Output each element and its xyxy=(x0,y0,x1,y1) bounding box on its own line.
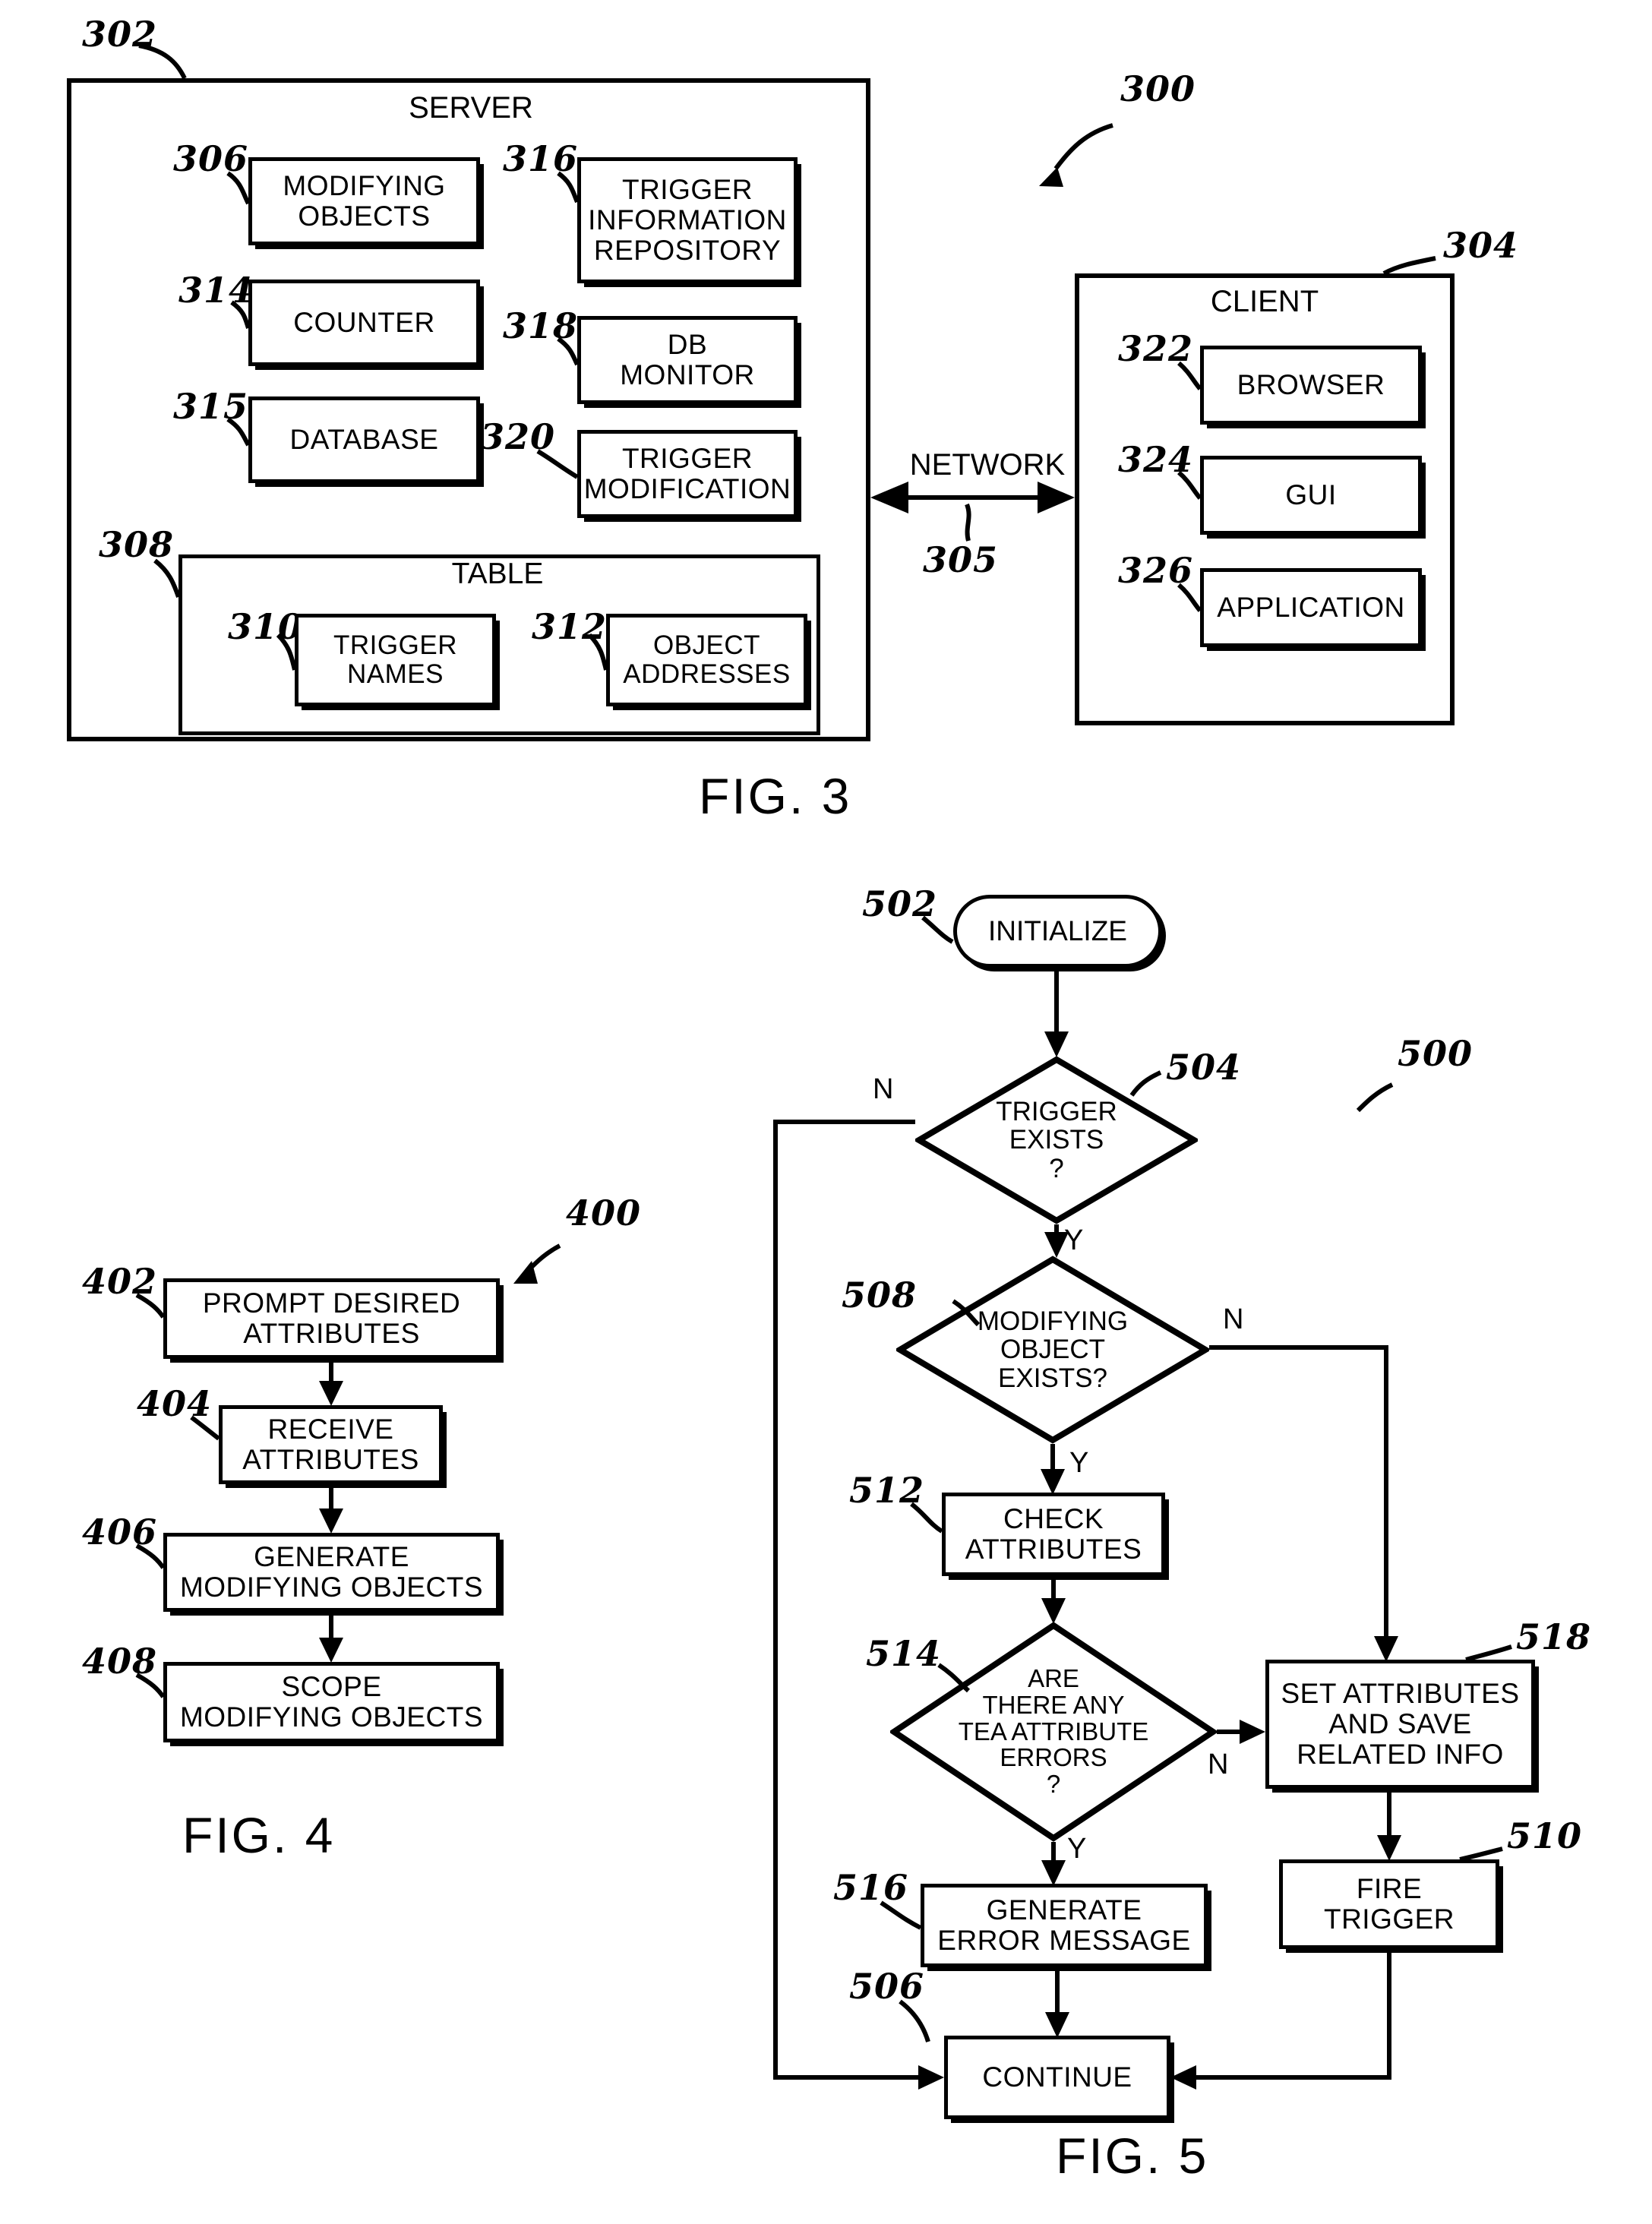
server-module-trigger-information-repository-label: TRIGGER INFORMATION REPOSITORY xyxy=(588,174,787,266)
reference-numeral-310: 310 xyxy=(228,606,304,647)
reference-numeral-402: 402 xyxy=(82,1261,158,1302)
branch-label-modifying-object-no: N xyxy=(1223,1303,1244,1335)
server-module-counter-label: COUNTER xyxy=(293,307,435,339)
fig4-step-generate-modifying-objects: GENERATE MODIFYING OBJECTS xyxy=(163,1533,500,1612)
fig4-step-prompt-desired-attributes: PROMPT DESIRED ATTRIBUTES xyxy=(163,1278,500,1359)
server-module-modifying-objects-label: MODIFYING OBJECTS xyxy=(283,170,446,232)
table-column-object-addresses: OBJECT ADDRESSES xyxy=(606,614,807,706)
branch-label-modifying-object-yes: Y xyxy=(1069,1447,1089,1479)
fig5-node-516-label: GENERATE ERROR MESSAGE xyxy=(937,1894,1191,1956)
server-module-database: DATABASE xyxy=(248,396,480,483)
reference-numeral-322: 322 xyxy=(1118,328,1194,369)
reference-numeral-324: 324 xyxy=(1118,439,1194,480)
branch-label-trigger-exists-no: N xyxy=(873,1073,894,1105)
reference-numeral-315: 315 xyxy=(173,386,249,427)
client-title: CLIENT xyxy=(1210,285,1319,318)
fig5-node-512-label: CHECK ATTRIBUTES xyxy=(965,1503,1142,1565)
fig5-decision-tea-attribute-errors: ARE THERE ANY TEA ATTRIBUTE ERRORS ? xyxy=(890,1622,1217,1842)
fig5-decision-trigger-exists: TRIGGER EXISTS ? xyxy=(915,1056,1198,1224)
server-module-trigger-modification: TRIGGER MODIFICATION xyxy=(577,430,798,518)
reference-numeral-516: 516 xyxy=(833,1867,909,1908)
figure-4-caption: FIG. 4 xyxy=(182,1807,336,1863)
server-module-db-monitor: DB MONITOR xyxy=(577,316,798,404)
reference-numeral-306: 306 xyxy=(173,138,249,179)
fig4-step-402-label: PROMPT DESIRED ATTRIBUTES xyxy=(202,1287,461,1349)
server-table-title: TABLE xyxy=(451,558,544,590)
server-title: SERVER xyxy=(409,91,533,125)
figure-5-caption: FIG. 5 xyxy=(1056,2128,1209,2184)
reference-numeral-320: 320 xyxy=(480,416,556,457)
server-module-db-monitor-label: DB MONITOR xyxy=(620,329,755,390)
reference-numeral-404: 404 xyxy=(137,1383,213,1424)
table-column-object-addresses-label: OBJECT ADDRESSES xyxy=(623,630,791,689)
reference-numeral-500: 500 xyxy=(1398,1033,1474,1074)
server-module-trigger-information-repository: TRIGGER INFORMATION REPOSITORY xyxy=(577,157,798,283)
fig4-step-406-label: GENERATE MODIFYING OBJECTS xyxy=(179,1541,484,1603)
fig5-node-fire-trigger: FIRE TRIGGER xyxy=(1279,1859,1499,1949)
reference-numeral-400: 400 xyxy=(566,1193,642,1234)
fig5-node-initialize: INITIALIZE xyxy=(953,895,1162,968)
reference-numeral-300: 300 xyxy=(1120,68,1196,109)
reference-numeral-406: 406 xyxy=(82,1512,158,1553)
client-module-application-label: APPLICATION xyxy=(1217,592,1405,624)
fig5-node-502-label: INITIALIZE xyxy=(988,915,1127,946)
reference-numeral-314: 314 xyxy=(178,270,254,311)
figure-3-caption: FIG. 3 xyxy=(699,768,852,824)
fig4-step-408-label: SCOPE MODIFYING OBJECTS xyxy=(179,1671,484,1733)
fig5-node-set-attributes-and-save: SET ATTRIBUTES AND SAVE RELATED INFO xyxy=(1265,1660,1535,1789)
network-label: NETWORK xyxy=(909,448,1066,482)
reference-numeral-318: 318 xyxy=(503,305,579,346)
client-module-gui: GUI xyxy=(1200,456,1422,535)
reference-numeral-502: 502 xyxy=(862,883,938,924)
reference-numeral-510: 510 xyxy=(1507,1815,1583,1856)
branch-label-tea-errors-no: N xyxy=(1208,1749,1229,1780)
fig5-node-510-label: FIRE TRIGGER xyxy=(1323,1873,1455,1935)
fig4-step-404-label: RECEIVE ATTRIBUTES xyxy=(242,1414,419,1475)
reference-numeral-305: 305 xyxy=(923,539,999,580)
server-module-trigger-modification-label: TRIGGER MODIFICATION xyxy=(583,443,791,504)
reference-numeral-304: 304 xyxy=(1443,225,1519,266)
reference-numeral-312: 312 xyxy=(532,606,608,647)
fig5-node-continue: CONTINUE xyxy=(944,2036,1170,2119)
server-module-modifying-objects: MODIFYING OBJECTS xyxy=(248,157,480,245)
server-module-counter: COUNTER xyxy=(248,280,480,366)
reference-numeral-506: 506 xyxy=(849,1966,925,2007)
reference-numeral-512: 512 xyxy=(849,1470,925,1511)
branch-label-trigger-exists-yes: Y xyxy=(1064,1224,1084,1256)
client-module-browser: BROWSER xyxy=(1200,346,1422,425)
client-module-gui-label: GUI xyxy=(1285,479,1337,511)
reference-numeral-518: 518 xyxy=(1516,1616,1592,1657)
fig5-node-check-attributes: CHECK ATTRIBUTES xyxy=(942,1493,1165,1576)
patent-figure-sheet: 300 302 SERVER 306 MODIFYING OBJECTS 314… xyxy=(0,0,1652,2224)
fig5-node-506-label: CONTINUE xyxy=(982,2061,1132,2093)
fig5-decision-modifying-object-exists: MODIFYING OBJECT EXISTS? xyxy=(896,1256,1209,1444)
client-module-browser-label: BROWSER xyxy=(1237,369,1385,401)
fig5-node-518-label: SET ATTRIBUTES AND SAVE RELATED INFO xyxy=(1281,1678,1520,1770)
reference-numeral-308: 308 xyxy=(99,524,175,565)
reference-numeral-302: 302 xyxy=(82,14,158,55)
table-column-trigger-names: TRIGGER NAMES xyxy=(295,614,496,706)
branch-label-tea-errors-yes: Y xyxy=(1067,1833,1087,1865)
client-module-application: APPLICATION xyxy=(1200,568,1422,647)
reference-numeral-408: 408 xyxy=(82,1641,158,1682)
fig5-node-generate-error-message: GENERATE ERROR MESSAGE xyxy=(921,1884,1208,1967)
fig4-step-receive-attributes: RECEIVE ATTRIBUTES xyxy=(219,1405,443,1484)
server-module-database-label: DATABASE xyxy=(289,424,439,456)
table-column-trigger-names-label: TRIGGER NAMES xyxy=(333,630,457,689)
fig4-step-scope-modifying-objects: SCOPE MODIFYING OBJECTS xyxy=(163,1662,500,1742)
reference-numeral-316: 316 xyxy=(503,138,579,179)
reference-numeral-326: 326 xyxy=(1118,550,1194,591)
